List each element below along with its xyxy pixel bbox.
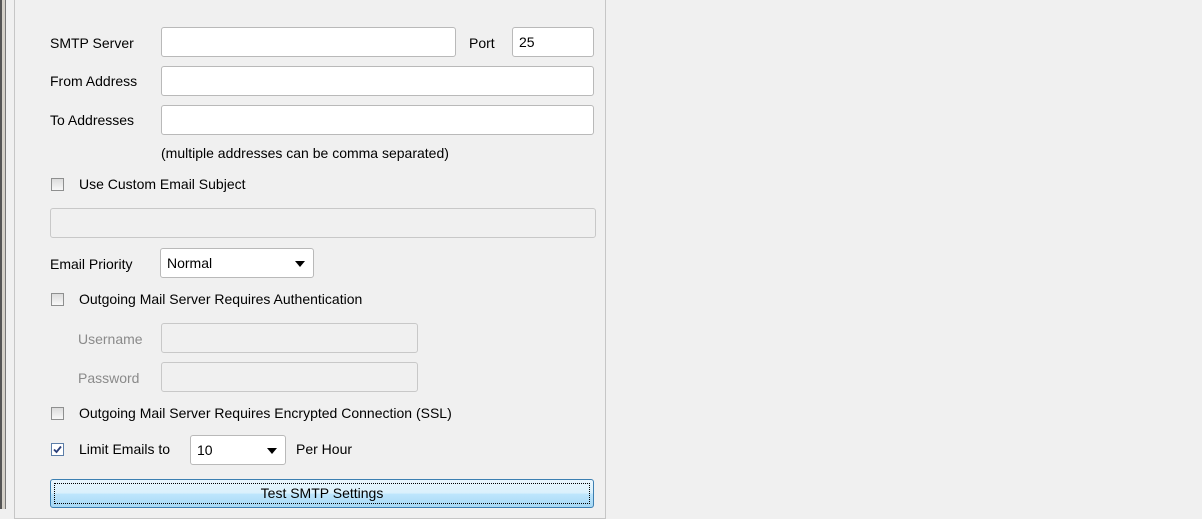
custom-subject-label: Use Custom Email Subject (79, 176, 246, 192)
limit-emails-checkbox[interactable] (51, 443, 64, 456)
from-address-label: From Address (50, 73, 138, 89)
email-priority-value: Normal (167, 255, 213, 271)
to-addresses-input[interactable] (161, 105, 594, 135)
email-priority-select[interactable]: Normal (160, 248, 314, 278)
to-addresses-hint: (multiple addresses can be comma separat… (161, 145, 449, 161)
smtp-server-input[interactable] (161, 27, 456, 57)
username-label: Username (78, 331, 143, 347)
chevron-down-icon (267, 448, 277, 454)
window-frame-inner (5, 0, 6, 509)
test-smtp-settings-button[interactable]: Test SMTP Settings (50, 479, 594, 508)
password-input[interactable] (161, 362, 418, 392)
from-address-input[interactable] (161, 66, 594, 96)
to-addresses-label: To Addresses (50, 112, 135, 128)
per-hour-label: Per Hour (296, 441, 353, 457)
auth-label: Outgoing Mail Server Requires Authentica… (79, 291, 363, 307)
right-pane (605, 0, 1202, 509)
port-label: Port (469, 35, 495, 51)
custom-subject-checkbox[interactable] (51, 178, 64, 191)
custom-subject-input[interactable] (50, 208, 596, 238)
checkmark-icon (53, 445, 62, 454)
ssl-label: Outgoing Mail Server Requires Encrypted … (79, 405, 452, 421)
port-input[interactable]: 25 (512, 27, 594, 57)
auth-checkbox[interactable] (51, 293, 64, 306)
chevron-down-icon (295, 261, 305, 267)
limit-emails-label: Limit Emails to (79, 441, 171, 457)
limit-emails-select[interactable]: 10 (190, 435, 286, 465)
test-smtp-settings-label: Test SMTP Settings (260, 485, 384, 501)
password-label: Password (78, 370, 140, 386)
username-input[interactable] (161, 323, 418, 353)
limit-emails-value: 10 (197, 442, 213, 458)
email-priority-label: Email Priority (50, 256, 133, 272)
smtp-server-label: SMTP Server (50, 35, 134, 51)
ssl-checkbox[interactable] (51, 407, 64, 420)
